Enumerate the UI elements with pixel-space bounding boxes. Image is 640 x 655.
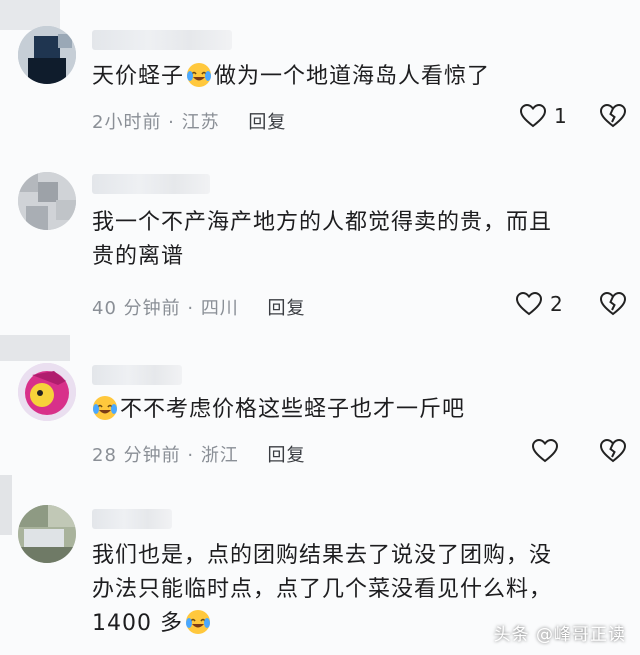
meta-separator: · xyxy=(180,445,201,466)
comment-text: 天价蛏子 做为一个地道海岛人看惊了 xyxy=(92,60,612,94)
like-count: 2 xyxy=(550,292,563,316)
username-blurred[interactable] xyxy=(92,365,182,385)
broken-heart-icon xyxy=(600,439,626,463)
comment-text: 不不考虑价格这些蛏子也才一斤吧 xyxy=(92,393,612,427)
comment-text-line: 办法只能临时点，点了几个菜没看见什么料， xyxy=(92,577,553,602)
avatar[interactable] xyxy=(18,363,76,421)
avatar-image-icon xyxy=(18,363,76,421)
comment-location: 四川 xyxy=(200,298,239,319)
like-button[interactable] xyxy=(532,439,566,463)
avatar[interactable] xyxy=(18,505,76,563)
laughing-crying-emoji-icon xyxy=(186,62,212,88)
comment-meta: 40 分钟前 · 四川 回复 xyxy=(92,294,306,320)
avatar-image-icon xyxy=(18,172,76,230)
comment-location: 江苏 xyxy=(181,112,220,133)
dislike-button[interactable] xyxy=(600,439,626,463)
username-blurred[interactable] xyxy=(92,30,232,50)
laughing-crying-emoji-icon xyxy=(185,609,211,635)
avatar[interactable] xyxy=(18,26,76,84)
comment-text-part: 天价蛏子 xyxy=(92,64,185,89)
comment-text-line: 贵的离谱 xyxy=(92,244,185,269)
heart-outline-icon xyxy=(532,439,558,463)
comment-meta: 2小时前 · 江苏 回复 xyxy=(92,108,286,134)
reply-button[interactable]: 回复 xyxy=(268,298,306,319)
reply-button[interactable]: 回复 xyxy=(248,112,286,133)
watermark: 头条 @峰哥正读 xyxy=(493,625,626,645)
like-button[interactable]: 1 xyxy=(520,104,567,128)
comment-item: 天价蛏子 做为一个地道海岛人看惊了 2小时前 · 江苏 回复 1 xyxy=(0,0,640,150)
avatar[interactable] xyxy=(18,172,76,230)
like-button[interactable]: 2 xyxy=(516,292,563,316)
laughing-crying-emoji-icon xyxy=(92,395,118,421)
comment-item: 我一个不产海产地方的人都觉得卖的贵，而且 贵的离谱 40 分钟前 · 四川 回复… xyxy=(0,150,640,335)
username-blurred[interactable] xyxy=(92,509,172,529)
meta-separator: · xyxy=(180,298,201,319)
avatar-image-icon xyxy=(18,505,76,563)
username-blurred[interactable] xyxy=(92,174,210,194)
avatar-image-icon xyxy=(18,26,76,84)
comment-text-part: 做为一个地道海岛人看惊了 xyxy=(214,64,491,89)
comment-text: 我一个不产海产地方的人都觉得卖的贵，而且 贵的离谱 xyxy=(92,206,612,274)
broken-heart-icon xyxy=(600,292,626,316)
broken-heart-icon xyxy=(600,104,626,128)
comment-text-part: 1400 多 xyxy=(92,611,183,636)
dislike-button[interactable] xyxy=(600,292,626,316)
comment-time: 28 分钟前 xyxy=(92,445,181,466)
comment-item: 不不考虑价格这些蛏子也才一斤吧 28 分钟前 · 浙江 回复 xyxy=(0,335,640,475)
comment-text-line: 我一个不产海产地方的人都觉得卖的贵，而且 xyxy=(92,210,553,235)
header-pixelation xyxy=(0,335,70,361)
heart-outline-icon xyxy=(516,292,542,316)
comment-text-line: 我们也是，点的团购结果去了说没了团购，没 xyxy=(92,543,553,568)
reply-button[interactable]: 回复 xyxy=(268,445,306,466)
comment-text-part: 不不考虑价格这些蛏子也才一斤吧 xyxy=(120,397,466,422)
comment-time: 2小时前 xyxy=(92,112,162,133)
comment-meta: 28 分钟前 · 浙江 回复 xyxy=(92,441,306,467)
dislike-button[interactable] xyxy=(600,104,626,128)
meta-separator: · xyxy=(161,112,182,133)
comment-time: 40 分钟前 xyxy=(92,298,181,319)
header-pixelation xyxy=(0,475,12,535)
comment-location: 浙江 xyxy=(200,445,239,466)
heart-outline-icon xyxy=(520,104,546,128)
like-count: 1 xyxy=(554,104,567,128)
